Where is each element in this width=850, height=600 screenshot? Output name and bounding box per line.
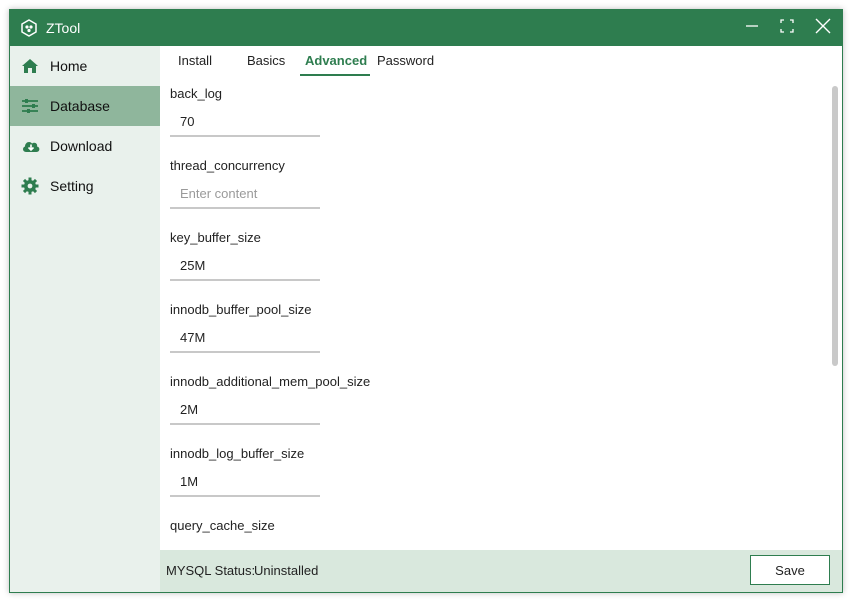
gear-icon [21,177,39,195]
mysql-status-label: MYSQL Status: [166,563,256,578]
app-window: ZTool Home Database Download Setting Ins… [9,9,843,593]
sidebar-item-setting[interactable]: Setting [10,166,160,206]
innodb-buffer-pool-size-input[interactable] [170,323,320,353]
thread-concurrency-input[interactable] [170,179,320,209]
maximize-button[interactable] [774,16,800,40]
sidebar-item-label: Home [50,58,88,74]
sidebar-item-download[interactable]: Download [10,126,160,166]
field-label-thread-concurrency: thread_concurrency [170,158,285,173]
tab-password[interactable]: Password [377,53,434,69]
home-icon [21,57,39,75]
sliders-icon [21,97,39,115]
sidebar-item-home[interactable]: Home [10,46,160,86]
sidebar-item-label: Setting [50,178,94,194]
sidebar: Home Database Download Setting [10,46,160,592]
app-title: ZTool [46,20,81,36]
tab-bar: Install Basics Advanced Password [160,46,830,76]
key-buffer-size-input[interactable] [170,251,320,281]
field-label-key-buffer-size: key_buffer_size [170,230,261,245]
minimize-button[interactable] [739,16,765,40]
innodb-additional-mem-pool-size-input[interactable] [170,395,320,425]
field-label-back-log: back_log [170,86,223,101]
title-bar: ZTool [10,10,842,46]
cloud-download-icon [21,137,40,155]
mysql-status-value: Uninstalled [254,563,319,578]
tab-basics[interactable]: Basics [247,53,285,69]
advanced-settings-form: back_log thread_concurrency key_buffer_s… [160,76,832,550]
minimize-icon [745,19,759,38]
field-label-innodb-log-buffer-size: innodb_log_buffer_size [170,446,305,461]
vertical-scrollbar[interactable] [832,86,838,366]
close-icon [815,18,831,39]
sidebar-item-label: Download [50,138,113,154]
close-button[interactable] [810,16,836,40]
field-label-query-cache-size: query_cache_size [170,518,275,533]
query-cache-size-input[interactable] [170,539,320,550]
ztool-logo-icon [20,19,38,37]
save-button[interactable]: Save [750,555,830,585]
sidebar-item-label: Database [50,98,110,114]
sidebar-item-database[interactable]: Database [10,86,160,126]
back-log-input[interactable] [170,107,320,137]
tab-install[interactable]: Install [178,53,212,69]
innodb-log-buffer-size-input[interactable] [170,467,320,497]
field-label-innodb-buffer-pool-size: innodb_buffer_pool_size [170,302,312,317]
status-bar: MYSQL Status: Uninstalled Save [160,550,842,592]
field-label-innodb-additional-mem-pool-size: innodb_additional_mem_pool_size [170,374,371,389]
tab-advanced[interactable]: Advanced [305,53,367,69]
maximize-icon [780,18,794,38]
